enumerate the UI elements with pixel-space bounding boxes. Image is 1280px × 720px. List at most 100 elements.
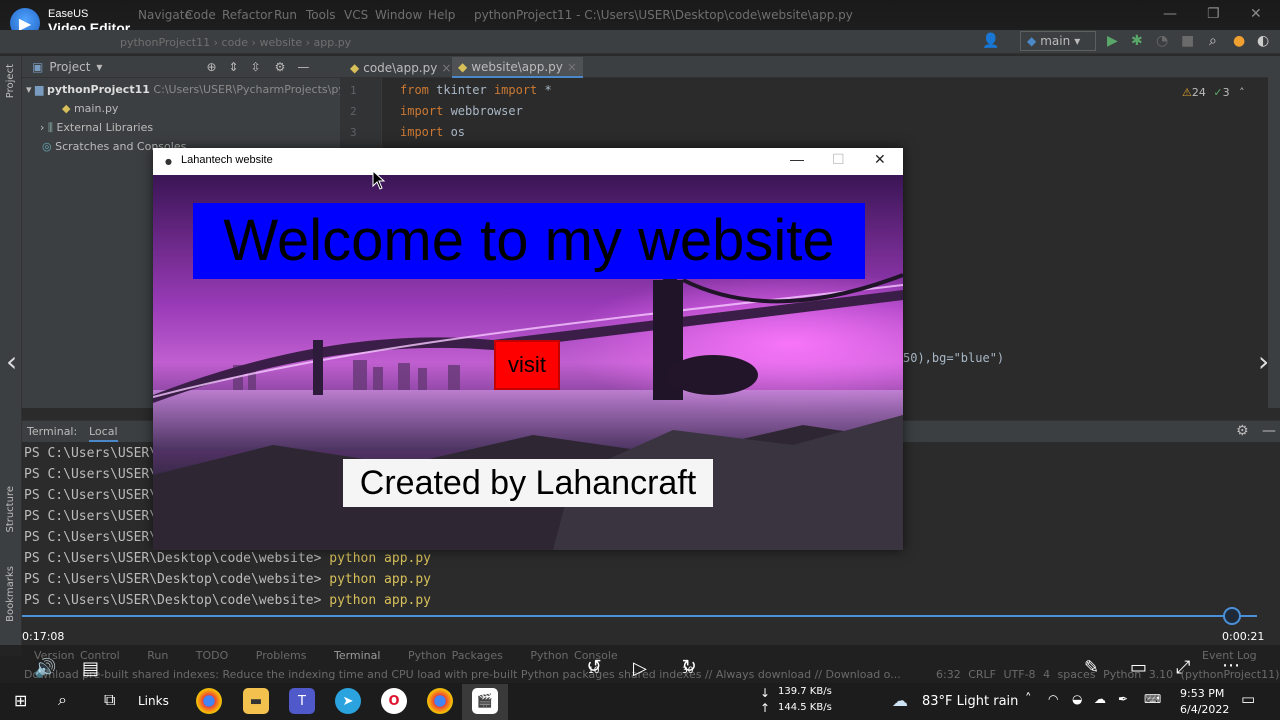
skip-forward-button[interactable]: ↻ 30 (675, 656, 703, 677)
stop-icon[interactable]: ■ (1181, 33, 1194, 49)
collapse-all-icon[interactable]: ⇳ (251, 60, 261, 74)
search-icon[interactable]: ⌕ (1209, 33, 1217, 49)
chrome-icon[interactable] (196, 688, 222, 714)
minimize-icon[interactable]: — (1163, 6, 1177, 22)
clock-time[interactable]: 9:53 PM (1180, 687, 1224, 700)
plugin-icon[interactable]: ◐ (1257, 33, 1269, 49)
locate-icon[interactable]: ⊕ (206, 60, 216, 74)
menu-navigate[interactable]: Navigate (138, 8, 192, 22)
ide-status-message: Download pre-built shared indexes: Reduc… (24, 668, 904, 681)
menu-vcs[interactable]: VCS (344, 8, 368, 22)
file-explorer-icon[interactable]: ▬ (243, 688, 269, 714)
weather-cloud-icon[interactable]: ☁ (892, 691, 908, 710)
tab-code-app-py[interactable]: ◆ code\app.py × (344, 57, 457, 78)
caret-position[interactable]: 6:32 (936, 668, 961, 681)
chevron-up-icon[interactable]: ˄ (1025, 692, 1032, 707)
run-config-select[interactable]: ◆ main ▾ (1020, 31, 1096, 51)
coverage-icon[interactable]: ◔ (1156, 33, 1168, 49)
bottom-tab-problems[interactable]: Problems (256, 649, 307, 662)
inspection-widget[interactable]: ⚠24 ✓3 ˄ (1182, 86, 1245, 99)
side-tab-structure[interactable]: Structure (5, 486, 16, 533)
seek-bar[interactable] (22, 615, 1257, 617)
breadcrumb-project[interactable]: pythonProject11 (120, 36, 210, 49)
clock-date[interactable]: 6/4/2022 (1180, 703, 1229, 716)
breadcrumb-code[interactable]: code (222, 36, 249, 49)
gear-icon[interactable]: ⚙ (1236, 423, 1249, 439)
maximize-icon[interactable]: ❐ (1207, 6, 1220, 22)
mini-player-icon[interactable]: ▭ (1130, 657, 1147, 678)
side-tab-bookmarks[interactable]: Bookmarks (5, 566, 16, 622)
network-icon[interactable]: ◠ (1048, 692, 1058, 706)
welcome-label: Welcome to my website (193, 203, 865, 279)
tree-item-external-libraries[interactable]: › ⫼ External Libraries (40, 121, 153, 135)
chevron-down-icon[interactable]: ▾ (96, 60, 102, 74)
close-icon[interactable]: × (441, 61, 451, 75)
keyboard-icon[interactable]: ⌨ (1144, 692, 1161, 706)
next-arrow-icon[interactable]: › (1258, 345, 1269, 378)
menu-run[interactable]: Run (274, 8, 297, 22)
project-root-name: pythonProject11 (47, 83, 150, 96)
run-icon[interactable]: ▶ (1107, 33, 1118, 49)
tk-maximize-icon[interactable]: ☐ (832, 151, 845, 168)
visit-button[interactable]: visit (494, 340, 560, 390)
close-icon[interactable]: ✕ (1250, 6, 1262, 22)
chrome-profile-icon[interactable] (427, 688, 453, 714)
chevron-up-icon[interactable]: ˄ (1239, 86, 1245, 99)
edit-pencil-icon[interactable]: ✎ (1084, 657, 1099, 678)
bottom-tab-python-packages[interactable]: Python Packages (408, 649, 503, 662)
breadcrumb-file[interactable]: app.py (314, 36, 352, 49)
weather-text[interactable]: 83°F Light rain (922, 694, 1018, 709)
menu-refactor[interactable]: Refactor (222, 8, 272, 22)
previous-arrow-icon[interactable]: ‹ (6, 345, 17, 378)
windows-start-icon[interactable]: ⊞ (14, 691, 27, 710)
expand-all-icon[interactable]: ⇕ (229, 60, 239, 74)
hide-icon[interactable]: — (297, 60, 309, 74)
skip-back-button[interactable]: ↺ 10 (580, 656, 608, 677)
encoding[interactable]: UTF-8 (1003, 668, 1035, 681)
telegram-icon[interactable]: ➤ (335, 688, 361, 714)
project-panel-title[interactable]: Project (49, 60, 90, 74)
update-icon[interactable]: ● (1233, 33, 1245, 49)
fullscreen-icon[interactable]: ⤢ (1176, 657, 1190, 678)
user-icon[interactable]: 👤 (982, 33, 999, 49)
line-number: 1 (350, 84, 357, 97)
opera-icon[interactable]: O (381, 688, 407, 714)
video-editor-taskbar-icon[interactable]: 🎬 (472, 688, 498, 714)
terminal-line: PS C:\Users\USER\ (24, 530, 158, 545)
teams-icon[interactable]: T (289, 688, 315, 714)
tab-website-app-py[interactable]: ◆ website\app.py × (452, 57, 583, 78)
subtitles-icon[interactable]: ▤ (82, 658, 99, 679)
debug-icon[interactable]: ✱ (1131, 33, 1143, 49)
tk-minimize-icon[interactable]: — (790, 151, 804, 167)
code-fragment: 50),bg="blue") (903, 351, 1005, 365)
menu-help[interactable]: Help (428, 8, 455, 22)
links-toolbar[interactable]: Links (138, 694, 169, 708)
play-icon[interactable]: ▷ (633, 658, 647, 679)
side-tab-project[interactable]: Project (5, 64, 16, 98)
hide-icon[interactable]: — (1262, 423, 1276, 439)
menu-code[interactable]: Code (185, 8, 216, 22)
bottom-tab-todo[interactable]: TODO (196, 649, 229, 662)
close-icon[interactable]: × (567, 60, 577, 74)
tk-close-icon[interactable]: ✕ (874, 151, 886, 168)
tree-item-main-py[interactable]: ◆ main.py (62, 102, 118, 115)
tree-root[interactable]: ▾ ▆ pythonProject11 C:\Users\USER\Pychar… (26, 83, 363, 96)
volume-icon[interactable]: 🔊 (34, 658, 56, 679)
line-separator[interactable]: CRLF (968, 668, 996, 681)
breadcrumb-website[interactable]: website (259, 36, 302, 49)
bottom-tab-run[interactable]: Run (147, 649, 168, 662)
gear-icon[interactable]: ⚙ (275, 60, 286, 74)
wifi-icon[interactable]: ◒ (1072, 692, 1082, 706)
menu-tools[interactable]: Tools (306, 8, 336, 22)
notifications-icon[interactable]: ▭ (1241, 690, 1255, 708)
onedrive-icon[interactable]: ☁ (1094, 692, 1106, 706)
menu-window[interactable]: Window (375, 8, 422, 22)
terminal-tab-local[interactable]: Local (89, 425, 118, 442)
bottom-tab-terminal[interactable]: Terminal (334, 649, 381, 662)
pen-icon[interactable]: ✒ (1118, 692, 1128, 706)
task-view-icon[interactable]: ⧉ (104, 690, 115, 710)
terminal-line: PS C:\Users\USER\ (24, 467, 158, 482)
search-icon[interactable]: ⌕ (58, 690, 67, 710)
project-root-path: C:\Users\USER\PycharmProjects\pytho (153, 83, 363, 96)
more-options-icon[interactable]: ⋯ (1222, 655, 1240, 676)
